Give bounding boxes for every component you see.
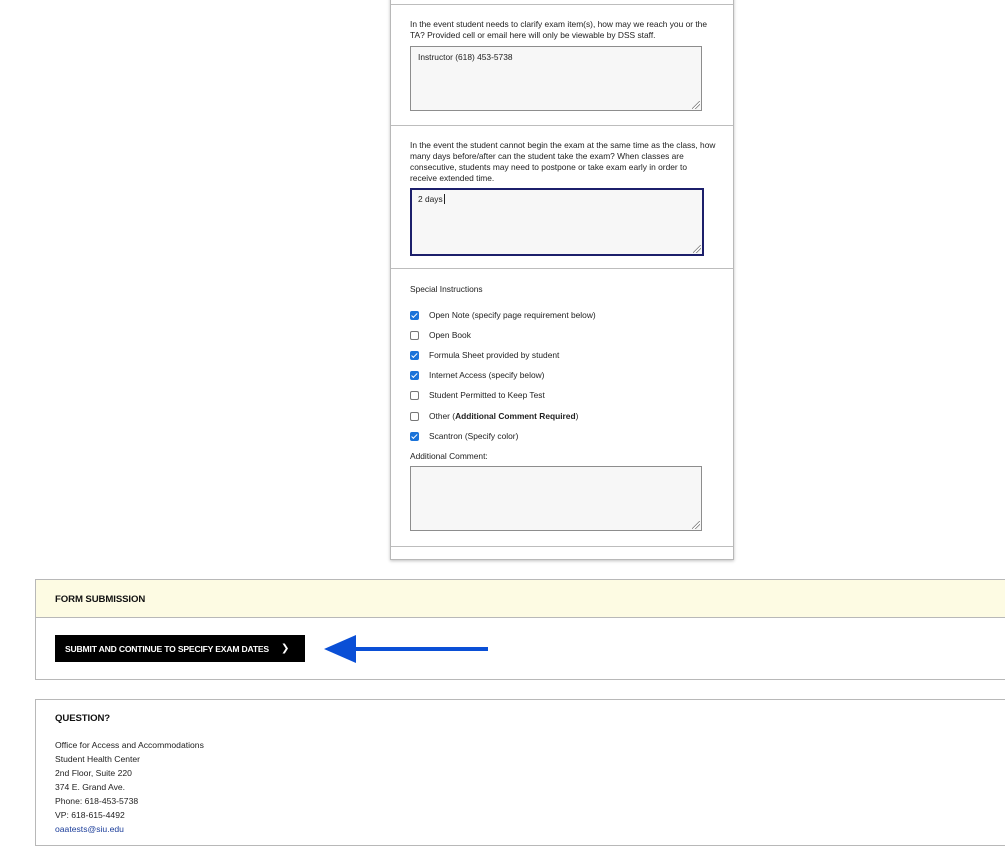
phone-line: Phone: 618-453-5738: [55, 796, 139, 806]
checkbox-unchecked[interactable]: [410, 390, 419, 400]
option-label: Open Book: [429, 330, 471, 340]
option-row[interactable]: Other (Additional Comment Required): [410, 410, 578, 422]
option-label: Scantron (Specify color): [429, 431, 519, 441]
address-line: Student Health Center: [55, 754, 141, 764]
checkbox-checked[interactable]: [410, 431, 419, 441]
timing-question: In the event the student cannot begin th…: [410, 140, 716, 183]
section-divider: [391, 4, 733, 5]
form-submission-panel: FORM SUBMISSION SUBMIT AND CONTINUE TO S…: [35, 579, 1005, 680]
address-line: 2nd Floor, Suite 220: [55, 768, 132, 778]
option-row[interactable]: Scantron (Specify color): [410, 430, 518, 442]
form-submission-title: FORM SUBMISSION: [55, 594, 146, 605]
option-label: Other (Additional Comment Required): [429, 411, 579, 421]
contact-address: Office for Access and Accommodations Stu…: [55, 738, 204, 836]
contact-textarea[interactable]: Instructor (618) 453-5738: [410, 46, 702, 111]
option-label: Internet Access (specify below): [429, 370, 545, 380]
contact-textarea-value: Instructor (618) 453-5738: [418, 52, 513, 62]
section-divider: [391, 125, 733, 126]
option-row[interactable]: Open Book: [410, 329, 471, 341]
address-line: Office for Access and Accommodations: [55, 740, 204, 750]
option-row[interactable]: Student Permitted to Keep Test: [410, 389, 545, 401]
email-link[interactable]: oaatests@siu.edu: [55, 824, 124, 834]
special-instructions-heading: Special Instructions: [410, 284, 483, 294]
question-panel: QUESTION? Office for Access and Accommod…: [35, 699, 1005, 846]
checkbox-unchecked[interactable]: [410, 411, 419, 421]
section-divider: [391, 268, 733, 269]
form-submission-header: FORM SUBMISSION: [36, 580, 1005, 618]
submit-and-continue-button[interactable]: SUBMIT AND CONTINUE TO SPECIFY EXAM DATE…: [55, 635, 305, 662]
checkbox-checked[interactable]: [410, 370, 419, 380]
checkbox-checked[interactable]: [410, 350, 419, 360]
option-label: Formula Sheet provided by student: [429, 350, 560, 360]
timing-textarea-value: 2 days: [418, 194, 443, 204]
resize-handle-icon[interactable]: [693, 245, 701, 253]
option-row[interactable]: Formula Sheet provided by student: [410, 349, 559, 361]
arrow-left-icon: [324, 635, 488, 663]
resize-handle-icon[interactable]: [692, 521, 700, 529]
contact-question: In the event student needs to clarify ex…: [410, 19, 707, 40]
chevron-right-icon: ❯: [280, 643, 290, 654]
exam-details-form: In the event student needs to clarify ex…: [390, 0, 734, 560]
option-row[interactable]: Internet Access (specify below): [410, 369, 544, 381]
option-label: Student Permitted to Keep Test: [429, 390, 545, 400]
submit-button-label: SUBMIT AND CONTINUE TO SPECIFY EXAM DATE…: [65, 643, 269, 654]
checkbox-unchecked[interactable]: [410, 330, 419, 340]
timing-textarea[interactable]: 2 days: [410, 188, 704, 256]
vp-line: VP: 618-615-4492: [55, 810, 125, 820]
additional-comment-label: Additional Comment:: [410, 451, 488, 461]
address-line: 374 E. Grand Ave.: [55, 782, 126, 792]
option-label: Open Note (specify page requirement belo…: [429, 310, 596, 320]
additional-comment-textarea[interactable]: [410, 466, 702, 531]
option-row[interactable]: Open Note (specify page requirement belo…: [410, 309, 596, 321]
checkbox-checked[interactable]: [410, 310, 419, 320]
section-divider: [391, 546, 733, 547]
text-caret: [443, 194, 445, 204]
question-title: QUESTION?: [55, 713, 111, 724]
resize-handle-icon[interactable]: [692, 101, 700, 109]
